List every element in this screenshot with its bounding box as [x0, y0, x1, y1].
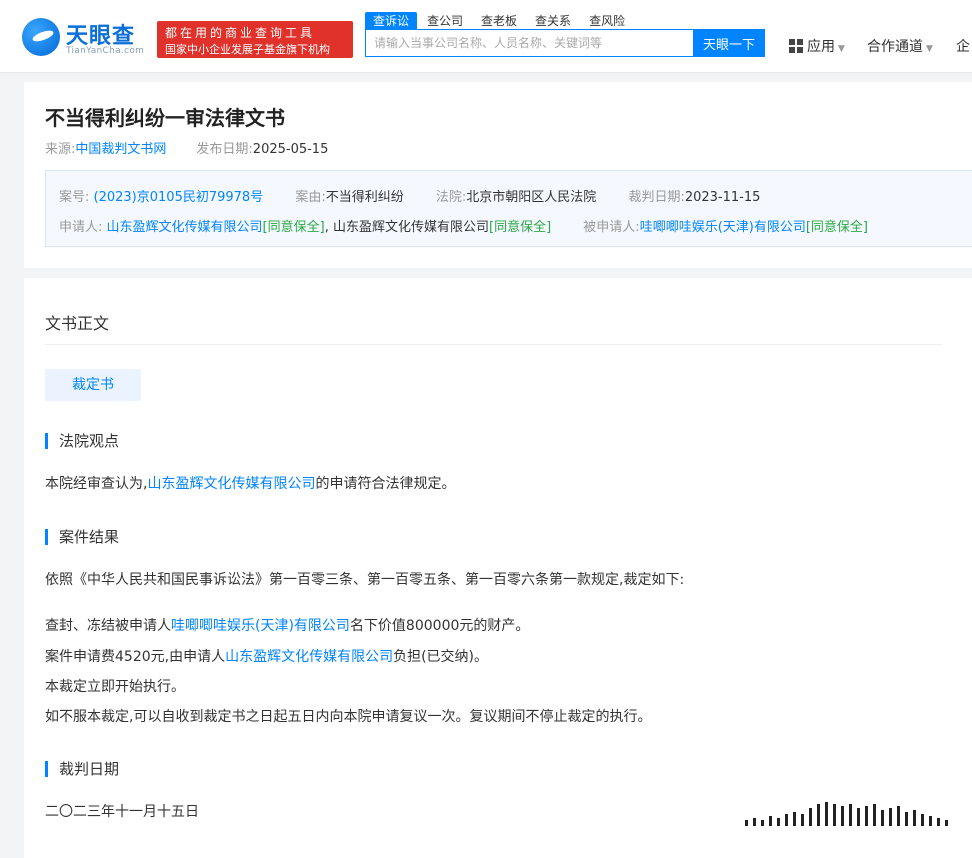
slogan-banner[interactable]: 都在用的商业查询工具 国家中小企业发展子基金旗下机构 [157, 21, 353, 58]
slogan-line2: 国家中小企业发展子基金旗下机构 [165, 43, 330, 56]
cause-value: 不当得利纠纷 [325, 190, 404, 205]
company-link[interactable]: 山东盈辉文化传媒有限公司 [147, 476, 315, 492]
applicant-link[interactable]: 山东盈辉文化传媒有限公司 [107, 220, 263, 235]
applicant-tag: [同意保全] [489, 220, 552, 235]
judgment-date-text: 二〇二三年十一月十五日 [45, 804, 199, 820]
applicant-tag: [同意保全] [262, 220, 325, 235]
respondent-tag: [同意保全] [805, 220, 868, 235]
tab-lawsuit[interactable]: 查诉讼 [365, 12, 418, 30]
tab-company[interactable]: 查公司 [419, 12, 471, 30]
judge-date-label: 裁判日期: [628, 190, 685, 205]
case-no-label: 案号: [59, 190, 90, 205]
applicant-label: 申请人: [59, 220, 103, 235]
court-label: 法院: [435, 190, 467, 205]
result-item-4: 如不服本裁定,可以自收到裁定书之日起五日内向本院申请复议一次。复议期间不停止裁定… [45, 709, 652, 725]
nav-cooperation-label: 合作通道 [867, 39, 923, 55]
result-heading: 案件结果 [45, 529, 119, 545]
nav-apps-label: 应用 [807, 39, 835, 55]
case-info-row: 案号: (2023)京0105民初79978号 案由:不当得利纠纷 法院:北京市… [59, 186, 760, 205]
apps-grid-icon [789, 39, 803, 53]
search-button[interactable]: 天眼一下 [693, 29, 765, 57]
publish-date-label: 发布日期: [196, 142, 253, 157]
logo-eye-icon [22, 18, 60, 56]
section-title: 文书正文 [45, 314, 110, 333]
tianyancha-logo[interactable]: 天眼查 TianYanCha.com [22, 16, 152, 58]
court-view-suffix: 的申请符合法律规定。 [315, 476, 456, 492]
separator: , [324, 220, 329, 235]
search-input[interactable] [366, 30, 692, 56]
respondent-label: 被申请人: [583, 220, 640, 235]
company-link[interactable]: 山东盈辉文化传媒有限公司 [225, 649, 393, 665]
court-view-prefix: 本院经审查认为, [45, 476, 148, 492]
result-2-suffix: 负担(已交纳)。 [393, 649, 489, 665]
doc-type-tab[interactable]: 裁定书 [45, 369, 141, 401]
court-view-heading: 法院观点 [45, 433, 119, 449]
slogan-line1: 都在用的商业查询工具 [165, 26, 316, 40]
result-intro: 依照《中华人民共和国民事诉讼法》第一百零三条、第一百零五条、第一百零六条第一款规… [45, 572, 685, 588]
tab-boss[interactable]: 查老板 [473, 12, 525, 30]
court-view-text: 本院经审查认为,山东盈辉文化传媒有限公司的申请符合法律规定。 [45, 473, 455, 493]
search-category-tabs: 查诉讼 查公司 查老板 查关系 查风险 [365, 10, 635, 30]
tab-risk[interactable]: 查风险 [581, 12, 633, 30]
case-summary-card: 不当得利纠纷一审法律文书 来源:中国裁判文书网 发布日期:2025-05-15 案… [24, 82, 972, 268]
chevron-down-icon: ▼ [838, 44, 845, 54]
chevron-down-icon: ▼ [926, 44, 933, 54]
publish-date-value: 2025-05-15 [252, 142, 329, 157]
result-item-2: 案件申请费4520元,由申请人山东盈辉文化传媒有限公司负担(已交纳)。 [45, 646, 488, 666]
nav-apps[interactable]: 应用 ▼ [789, 36, 845, 56]
watermark-logo [745, 800, 950, 826]
divider [45, 344, 942, 345]
source-link[interactable]: 中国裁判文书网 [75, 142, 166, 157]
logo-subtext: TianYanCha.com [66, 46, 145, 56]
parties-row: 申请人: 山东盈辉文化传媒有限公司[同意保全], 山东盈辉文化传媒有限公司[同意… [59, 216, 868, 235]
result-item-3: 本裁定立即开始执行。 [45, 679, 185, 695]
result-1-prefix: 查封、冻结被申请人 [45, 618, 171, 634]
company-link[interactable]: 哇唧唧哇娱乐(天津)有限公司 [171, 618, 350, 634]
result-1-suffix: 名下价值800000元的财产。 [349, 618, 530, 634]
result-2-prefix: 案件申请费4520元,由申请人 [45, 649, 226, 665]
applicant-name: 山东盈辉文化传媒有限公司 [332, 220, 489, 235]
page-title: 不当得利纠纷一审法律文书 [45, 106, 285, 130]
nav-enterprise[interactable]: 企 [956, 36, 970, 56]
search-box [365, 29, 693, 57]
date-heading: 裁判日期 [45, 761, 119, 777]
top-header: 天眼查 TianYanCha.com 都在用的商业查询工具 国家中小企业发展子基… [0, 0, 972, 73]
case-no-value[interactable]: (2023)京0105民初79978号 [94, 190, 264, 205]
judge-date-value: 2023-11-15 [684, 190, 761, 205]
document-meta: 来源:中国裁判文书网 发布日期:2025-05-15 [45, 138, 328, 157]
result-item-1: 查封、冻结被申请人哇唧唧哇娱乐(天津)有限公司名下价值800000元的财产。 [45, 615, 529, 635]
court-value: 北京市朝阳区人民法院 [466, 190, 597, 205]
respondent-link[interactable]: 哇唧唧哇娱乐(天津)有限公司 [640, 220, 806, 235]
source-label: 来源: [45, 142, 76, 157]
case-info-box: 案号: (2023)京0105民初79978号 案由:不当得利纠纷 法院:北京市… [45, 170, 972, 247]
tab-relation[interactable]: 查关系 [527, 12, 579, 30]
document-body-card: 文书正文 裁定书 法院观点 本院经审查认为,山东盈辉文化传媒有限公司的申请符合法… [24, 278, 972, 858]
cause-label: 案由: [295, 190, 326, 205]
nav-cooperation[interactable]: 合作通道 ▼ [867, 36, 933, 56]
